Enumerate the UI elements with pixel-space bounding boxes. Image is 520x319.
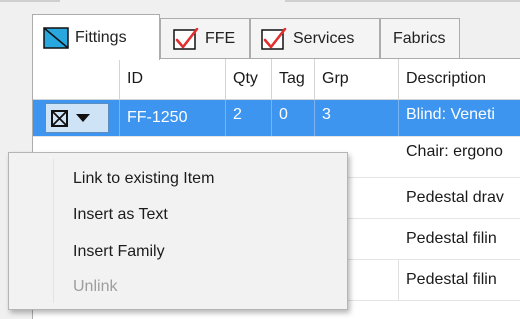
blue-square-icon (43, 26, 69, 49)
header-tag[interactable]: Tag (272, 59, 315, 99)
cell-grp[interactable]: 3 (315, 100, 399, 136)
red-check-icon (173, 27, 199, 50)
menu-item-unlink: Unlink (73, 278, 118, 295)
tab-label: Fittings (75, 28, 127, 46)
header-grp[interactable]: Grp (315, 59, 399, 99)
menu-item-insert-family[interactable]: Insert Family (10, 235, 346, 269)
x-box-icon (51, 109, 68, 127)
header-description[interactable]: Description (399, 59, 520, 99)
top-border-left (0, 0, 60, 2)
context-menu: Link to existing Item Insert as Text Ins… (8, 152, 348, 310)
cell-tag[interactable]: 0 (272, 100, 315, 136)
tab-fittings[interactable]: Fittings (32, 14, 160, 60)
cell-description[interactable]: Pedestal filin (399, 219, 520, 259)
header-selector (33, 59, 120, 99)
top-border-right (285, 0, 520, 2)
tab-fabrics[interactable]: Fabrics (380, 18, 460, 58)
tab-label: Fabrics (393, 29, 446, 47)
tab-services[interactable]: Services (250, 18, 380, 58)
cell-description[interactable]: Pedestal filin (399, 260, 520, 300)
cell-description[interactable]: Pedestal drav (399, 178, 520, 218)
menu-item-link-existing[interactable]: Link to existing Item (10, 162, 346, 196)
grid-header: ID Qty Tag Grp Description (33, 59, 520, 100)
cell-description[interactable]: Chair: ergono (399, 137, 520, 177)
window-top-edge (0, 0, 520, 5)
tab-label: Services (293, 29, 355, 47)
table-row-selected[interactable]: FF-1250 2 0 3 Blind: Veneti (33, 100, 520, 137)
tab-label: FFE (205, 29, 236, 47)
cell-qty[interactable]: 2 (226, 100, 272, 136)
header-id[interactable]: ID (120, 59, 226, 99)
row-selector-cell (33, 100, 120, 136)
menu-item-insert-text[interactable]: Insert as Text (10, 198, 346, 232)
cell-id[interactable]: FF-1250 (120, 100, 226, 136)
header-qty[interactable]: Qty (226, 59, 272, 99)
cell-description[interactable]: Blind: Veneti (399, 100, 520, 136)
red-check-icon (261, 27, 287, 50)
caret-down-icon (76, 114, 90, 122)
tab-ffe[interactable]: FFE (160, 18, 250, 58)
link-dropdown-button[interactable] (45, 103, 109, 133)
